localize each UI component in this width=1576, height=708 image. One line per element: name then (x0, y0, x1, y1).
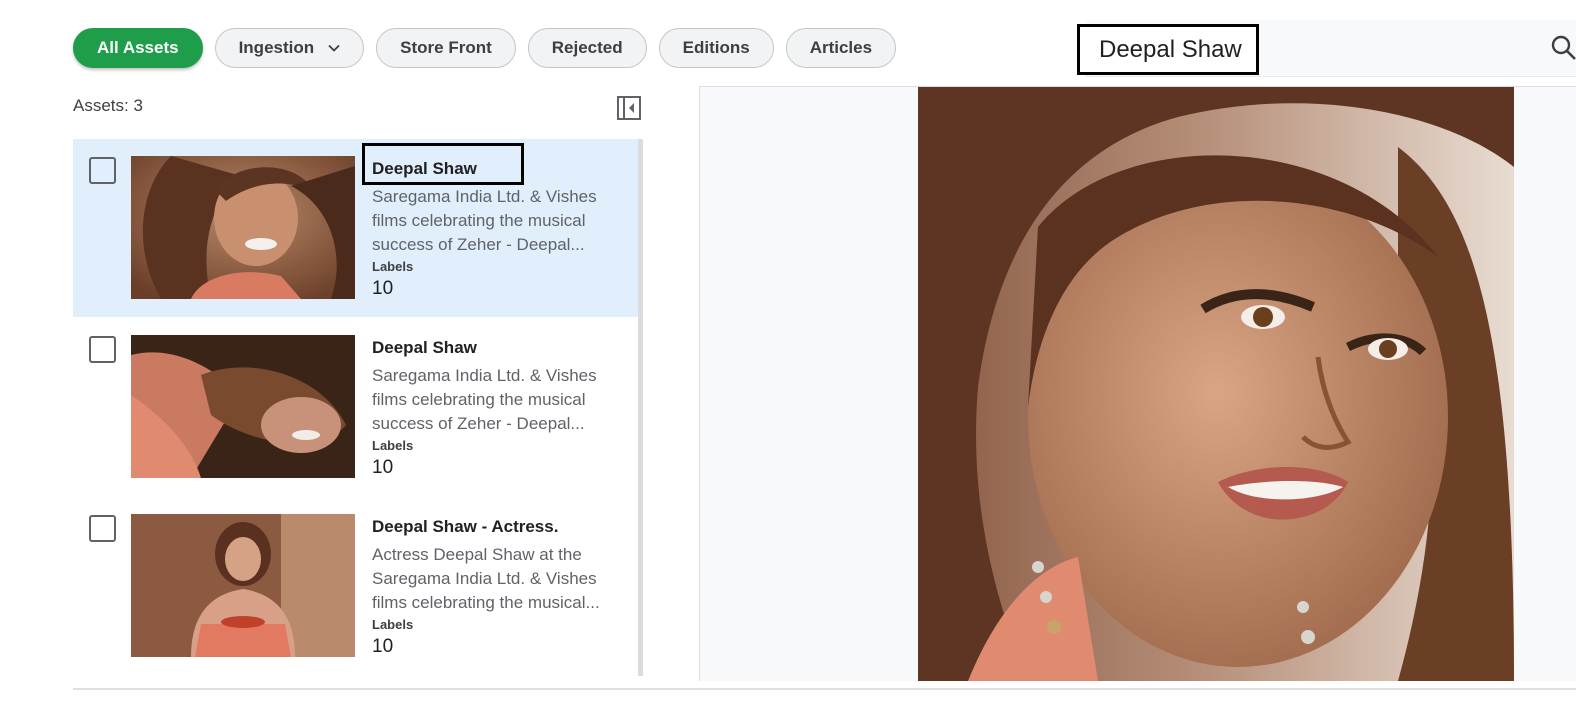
assets-count: Assets: 3 (73, 96, 143, 115)
asset-thumbnail (131, 156, 355, 299)
search-input[interactable]: Deepal Shaw (1077, 24, 1259, 75)
tab-editions[interactable]: Editions (658, 28, 774, 68)
tab-label: Articles (809, 38, 873, 57)
asset-title[interactable]: Deepal Shaw (372, 337, 627, 359)
asset-checkbox[interactable] (89, 515, 116, 542)
chevron-down-icon (328, 44, 340, 52)
labels-heading: Labels (372, 259, 414, 274)
tab-articles[interactable]: Articles (785, 28, 897, 68)
asset-row[interactable]: Deepal Shaw - Actress. Actress Deepal Sh… (73, 497, 638, 675)
list-scrollbar[interactable] (638, 139, 643, 676)
asset-info: Deepal Shaw Saregama India Ltd. & Vishes… (372, 158, 627, 300)
tab-store-front[interactable]: Store Front (376, 28, 516, 68)
search-icon[interactable] (1548, 32, 1576, 67)
filter-tabs: All Assets Ingestion Store Front Rejecte… (73, 28, 897, 68)
tab-ingestion[interactable]: Ingestion (214, 28, 365, 68)
tab-rejected[interactable]: Rejected (527, 28, 647, 68)
preview-image (918, 87, 1514, 681)
tab-label: Editions (682, 38, 750, 57)
labels-count: 10 (372, 457, 394, 478)
tab-label: All Assets (97, 38, 179, 57)
asset-description: Saregama India Ltd. & Vishes films celeb… (372, 366, 597, 433)
asset-description: Saregama India Ltd. & Vishes films celeb… (372, 187, 597, 254)
asset-row[interactable]: Deepal Shaw Saregama India Ltd. & Vishes… (73, 318, 638, 496)
asset-info: Deepal Shaw Saregama India Ltd. & Vishes… (372, 337, 627, 479)
labels-count: 10 (372, 278, 394, 299)
asset-description: Actress Deepal Shaw at the Saregama Indi… (372, 545, 600, 612)
labels-count: 10 (372, 636, 394, 657)
tab-label: Rejected (551, 38, 623, 57)
asset-row[interactable]: Deepal Shaw Saregama India Ltd. & Vishes… (73, 139, 638, 317)
tab-label: Store Front (400, 38, 492, 57)
tab-all-assets[interactable]: All Assets (73, 28, 203, 68)
asset-title[interactable]: Deepal Shaw - Actress. (372, 516, 627, 538)
labels-heading: Labels (372, 438, 414, 453)
asset-checkbox[interactable] (89, 157, 116, 184)
asset-checkbox[interactable] (89, 336, 116, 363)
asset-thumbnail (131, 335, 355, 478)
tab-label: Ingestion (238, 38, 315, 57)
collapse-panel-icon[interactable] (616, 95, 642, 126)
labels-heading: Labels (372, 617, 414, 632)
asset-title[interactable]: Deepal Shaw (372, 158, 627, 180)
asset-thumbnail (131, 514, 355, 657)
divider (73, 688, 1576, 690)
asset-list: Deepal Shaw Saregama India Ltd. & Vishes… (73, 139, 643, 676)
asset-info: Deepal Shaw - Actress. Actress Deepal Sh… (372, 516, 627, 658)
